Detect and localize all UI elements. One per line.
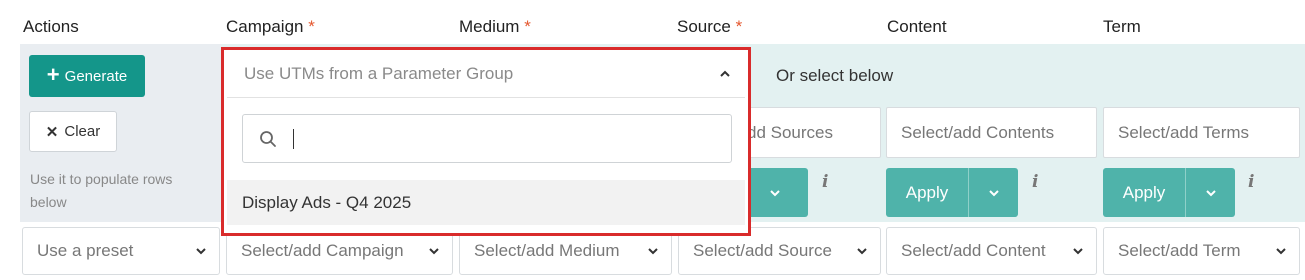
header-term: Term: [1103, 17, 1141, 36]
header-source-label: Source: [677, 17, 731, 36]
header-source: Source *: [677, 17, 742, 37]
dropdown-option[interactable]: Display Ads - Q4 2025: [227, 180, 745, 225]
apply-group-term: Apply: [1103, 168, 1235, 217]
generate-label: Generate: [64, 67, 128, 85]
clear-button[interactable]: ✕ Clear: [29, 111, 117, 152]
content-select-value: Select/add Content: [901, 241, 1046, 260]
contents-input-placeholder: Select/add Contents: [901, 122, 1055, 142]
required-mark: *: [735, 17, 743, 36]
apply-term-button[interactable]: Apply: [1103, 168, 1185, 217]
plus-icon: +: [46, 62, 60, 87]
source-select-value: Select/add Source: [693, 241, 832, 260]
apply-term-dropdown-button[interactable]: [1185, 168, 1235, 217]
medium-select-value: Select/add Medium: [474, 241, 620, 260]
parameter-group-select[interactable]: Use UTMs from a Parameter Group: [227, 50, 745, 98]
required-mark: *: [308, 17, 315, 36]
chevron-down-icon: [1205, 189, 1216, 196]
content-select[interactable]: Select/add Content: [886, 227, 1097, 275]
contents-input[interactable]: Select/add Contents: [886, 107, 1097, 158]
apply-content-button[interactable]: Apply: [886, 168, 968, 217]
preset-select-value: Use a preset: [37, 241, 134, 260]
info-icon[interactable]: i: [1032, 172, 1038, 192]
sources-input[interactable]: dd Sources: [740, 107, 881, 158]
info-icon[interactable]: i: [822, 172, 828, 192]
header-medium-label: Medium: [459, 17, 520, 36]
header-actions: Actions: [23, 17, 79, 36]
parameter-group-dropdown: Use UTMs from a Parameter Group Display …: [221, 47, 751, 236]
chevron-down-icon: [196, 248, 206, 255]
apply-label: Apply: [905, 182, 949, 202]
apply-group-content: Apply: [886, 168, 1018, 217]
terms-input[interactable]: Select/add Terms: [1103, 107, 1300, 158]
or-select-below: Or select below: [776, 66, 894, 85]
chevron-down-icon: [648, 248, 658, 255]
chevron-down-icon: [857, 248, 867, 255]
required-mark: *: [524, 17, 531, 36]
clear-label: Clear: [64, 123, 101, 140]
apply-content-dropdown-button[interactable]: [968, 168, 1018, 217]
apply-label: Apply: [1122, 182, 1166, 202]
text-cursor: [293, 128, 294, 149]
search-icon: [260, 130, 276, 147]
parameter-group-placeholder: Use UTMs from a Parameter Group: [244, 63, 514, 83]
generate-button[interactable]: + Generate: [29, 55, 145, 97]
header-campaign: Campaign *: [226, 17, 315, 37]
chevron-down-icon: [769, 189, 780, 196]
chevron-down-icon: [429, 248, 439, 255]
header-content: Content: [887, 17, 947, 36]
header-campaign-label: Campaign: [226, 17, 304, 36]
term-select-value: Select/add Term: [1118, 241, 1241, 260]
info-icon[interactable]: i: [1248, 172, 1254, 192]
actions-hint: Use it to populate rows below: [30, 171, 173, 210]
column-header-row: Actions Campaign * Medium * Source * Con…: [0, 0, 1305, 44]
dropdown-option-label: Display Ads - Q4 2025: [242, 192, 412, 212]
chevron-down-icon: [988, 189, 999, 196]
term-select[interactable]: Select/add Term: [1103, 227, 1300, 275]
preset-select[interactable]: Use a preset: [22, 227, 220, 275]
chevron-up-icon: [720, 70, 730, 77]
campaign-select-value: Select/add Campaign: [241, 241, 404, 260]
header-medium: Medium *: [459, 17, 531, 37]
chevron-down-icon: [1276, 248, 1286, 255]
sources-input-placeholder: dd Sources: [747, 122, 833, 142]
chevron-down-icon: [1073, 248, 1083, 255]
parameter-group-search-input[interactable]: [242, 114, 732, 163]
close-icon: ✕: [45, 123, 59, 141]
terms-input-placeholder: Select/add Terms: [1118, 122, 1250, 142]
